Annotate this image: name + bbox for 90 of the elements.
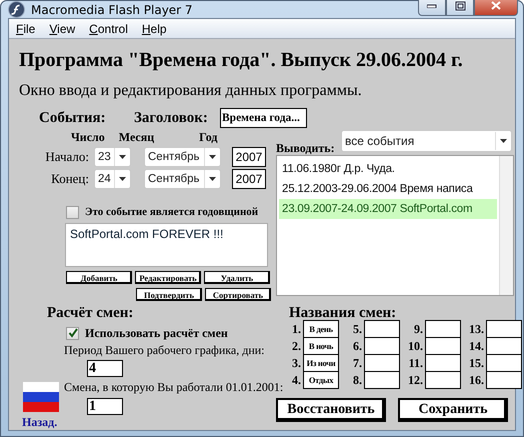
menu-item[interactable]: Control (86, 22, 139, 36)
year-field[interactable]: 2007 (232, 147, 266, 167)
shift-field[interactable]: 1 (87, 398, 123, 415)
menu-item[interactable]: Help (138, 22, 178, 36)
section-label: Названия смен: (289, 305, 398, 322)
month-dropdown[interactable]: Сентябрь (144, 147, 221, 167)
shift-name-field[interactable] (425, 320, 461, 338)
action-button[interactable]: Добавить (66, 271, 132, 284)
shift-number: 12. (407, 373, 424, 388)
shift-name-field[interactable] (364, 354, 400, 372)
caret-icon (209, 177, 216, 181)
shift-number: 2. (291, 339, 302, 354)
section-label: Расчёт смен: (47, 305, 134, 322)
list-item[interactable]: 25.12.2003-29.06.2004 Время написа (279, 179, 497, 199)
period-field[interactable]: 4 (87, 360, 123, 377)
caret-icon (500, 139, 507, 143)
shift-name-field[interactable] (486, 354, 522, 372)
shift-name-field[interactable] (364, 320, 400, 338)
checkbox[interactable] (66, 326, 79, 340)
action-button[interactable]: Редактировать (135, 271, 201, 284)
shift-number: 6. (352, 339, 363, 354)
shift-name-field[interactable]: В ночь (303, 337, 339, 355)
close-icon (491, 1, 501, 10)
shift-name-field[interactable] (425, 371, 461, 389)
row-label: Начало: (44, 149, 90, 165)
shift-name-field[interactable] (486, 337, 522, 355)
shift-number: 10. (407, 339, 424, 354)
checkbox-label: Это событие является годовщиной (85, 206, 258, 218)
field-label: Смена, в которую Вы работали 01.01.2001: (64, 380, 284, 395)
shift-name-field[interactable] (425, 354, 461, 372)
menu-item[interactable]: File (13, 22, 46, 36)
shift-name-field[interactable] (364, 337, 400, 355)
day-dropdown[interactable]: 24 (94, 169, 131, 189)
field-label: Период Вашего рабочего графика, дни: (64, 343, 265, 358)
caret-icon (119, 155, 126, 159)
back-link[interactable]: Назад. (22, 415, 58, 430)
action-button[interactable]: Восстановить (276, 398, 386, 422)
maximize-icon (454, 0, 466, 10)
shift-number: 9. (413, 322, 424, 337)
year-field[interactable]: 2007 (232, 169, 266, 189)
shift-name-field[interactable] (425, 337, 461, 355)
shift-number: 15. (468, 356, 485, 371)
row-label: Конец: (50, 171, 90, 187)
caret-icon (209, 155, 216, 159)
maximize-button[interactable] (446, 0, 474, 16)
note-field[interactable]: SoftPortal.com FOREVER !!! (65, 223, 268, 267)
checkbox-label: Использовать расчёт смен (85, 326, 228, 340)
window-title: Macromedia Flash Player 7 (31, 2, 193, 16)
shift-number: 5. (352, 322, 363, 337)
caret-icon (119, 177, 126, 181)
page-heading: Программа "Времена года". Выпуск 29.06.2004 г. (19, 49, 464, 72)
action-button[interactable]: Удалить (204, 271, 270, 284)
shift-number: 1. (291, 322, 302, 337)
action-button[interactable]: Сортировать (205, 288, 271, 301)
action-button[interactable]: Сохранить (398, 398, 508, 422)
shift-number: 7. (352, 356, 363, 371)
filter-dropdown[interactable]: все события (341, 130, 512, 152)
shift-number: 8. (352, 373, 363, 388)
close-button[interactable] (474, 0, 518, 16)
column-label: Год (199, 130, 218, 145)
shift-name-field[interactable] (486, 371, 522, 389)
shift-number: 4. (291, 373, 302, 388)
field-label: Заголовок: (134, 110, 209, 126)
shift-number: 14. (468, 339, 485, 354)
minimize-button[interactable] (418, 0, 446, 16)
shift-number: 3. (291, 356, 302, 371)
shift-number: 16. (468, 373, 485, 388)
list-item[interactable]: 23.09.2007-24.09.2007 SoftPortal.com (279, 199, 497, 219)
title-field[interactable]: Времена года... (220, 108, 307, 128)
action-button[interactable]: Подтвердить (136, 288, 202, 301)
column-label: Число (71, 130, 105, 145)
section-label: События: (39, 110, 107, 126)
checkbox[interactable] (66, 206, 79, 218)
shift-number: 13. (468, 322, 485, 337)
column-label: Месяц (118, 130, 154, 145)
minimize-icon (427, 4, 437, 8)
month-dropdown[interactable]: Сентябрь (144, 169, 221, 189)
shift-name-field[interactable]: Отдых (303, 371, 339, 389)
day-dropdown[interactable]: 23 (94, 147, 131, 167)
shift-name-field[interactable]: В день (303, 320, 339, 338)
menu-item[interactable]: View (46, 22, 86, 36)
list-item[interactable]: 11.06.1980г Д.р. Чуда. (279, 159, 497, 179)
page-subtitle: Окно ввода и редактирования данных программы. (19, 82, 363, 100)
shift-name-field[interactable] (364, 371, 400, 389)
flag-icon[interactable] (23, 382, 59, 412)
shift-name-field[interactable] (486, 320, 522, 338)
scrollbar[interactable] (499, 156, 513, 295)
shift-name-field[interactable]: Из ночи (303, 354, 339, 372)
shift-number: 11. (408, 356, 424, 371)
filter-label: Выводить: (276, 140, 336, 156)
